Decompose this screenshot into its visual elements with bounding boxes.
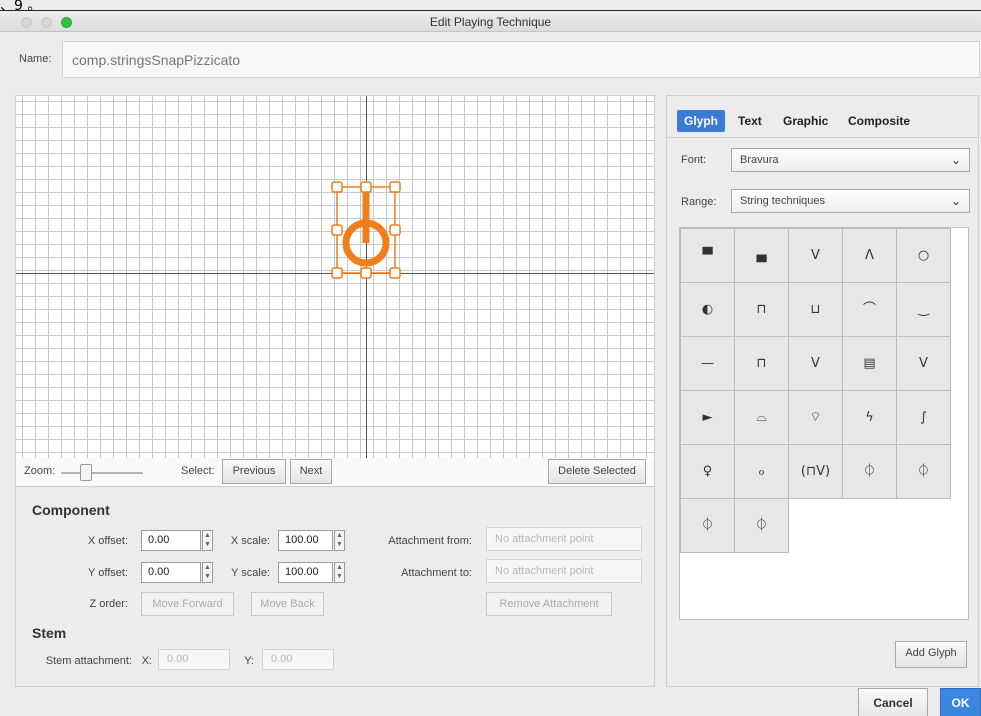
glyph-cell[interactable]: ▀ [680, 228, 735, 283]
glyph-cell[interactable]: ⏀ [734, 498, 789, 553]
move-back-button[interactable]: Move Back [251, 592, 324, 616]
font-label: Font: [681, 154, 707, 166]
add-glyph-button[interactable]: Add Glyph [895, 641, 967, 668]
stem-x-label: X: [141, 655, 152, 667]
stem-x-field[interactable]: 0.00 [158, 649, 230, 670]
move-forward-button[interactable]: Move Forward [141, 592, 234, 616]
zoom-slider-track[interactable] [61, 472, 143, 474]
zoom-label: Zoom: [24, 465, 56, 477]
x-scale-field[interactable]: 100.00 [278, 530, 333, 551]
x-offset-stepper[interactable]: ▲ ▼ [202, 530, 213, 551]
glyph-cell[interactable]: ∫ [896, 390, 951, 445]
glyph-cell[interactable]: V [788, 228, 843, 283]
glyph-cell[interactable]: ⌓ [734, 390, 789, 445]
glyph-cell[interactable]: ► [680, 390, 735, 445]
remove-attachment-button[interactable]: Remove Attachment [486, 592, 612, 616]
glyph-cell[interactable]: ⏀ [842, 444, 897, 499]
resize-handle[interactable] [389, 181, 401, 193]
tab-glyph[interactable]: Glyph [677, 110, 726, 132]
resize-handle[interactable] [389, 224, 401, 236]
select-label: Select: [181, 465, 215, 477]
glyph-editor-canvas: Zoom: Select: Previous Next Delete Selec… [15, 95, 655, 487]
tab-graphic[interactable]: Graphic [783, 110, 828, 132]
glyph-picker-panel: Glyph Text Graphic Composite Font: Bravu… [666, 95, 979, 687]
y-scale-field[interactable]: 100.00 [278, 562, 333, 583]
glyph-cell[interactable]: ‿ [896, 282, 951, 337]
delete-selected-button[interactable]: Delete Selected [548, 459, 646, 484]
resize-handle[interactable] [389, 267, 401, 279]
range-select[interactable]: String techniques ⌄ [731, 189, 970, 213]
range-select-value: String techniques [740, 195, 825, 207]
resize-handle[interactable] [360, 267, 372, 279]
glyph-cell[interactable]: ▤ [842, 336, 897, 391]
zoom-slider-thumb[interactable] [80, 464, 92, 481]
glyph-grid: ▀ ▄ V Λ ○ ◐ ⊓ ⊔ ⌒ ‿ — ⊓ V ▤ V ► ⌓ ⌔ ϟ ∫ ♀ ℴ (⊓V) ⏀ ⏀ ⏀ ⏀ [679, 227, 969, 620]
y-scale-stepper[interactable]: ▲ ▼ [334, 562, 345, 583]
attachment-from-label: Attachment from: [388, 535, 472, 547]
title-bar: Edit Playing Technique [0, 10, 981, 32]
resize-handle[interactable] [360, 181, 372, 193]
font-select-value: Bravura [740, 154, 779, 166]
glyph-cell[interactable]: V [896, 336, 951, 391]
glyph-cell[interactable]: ▄ [734, 228, 789, 283]
glyph-cell[interactable]: ⏀ [896, 444, 951, 499]
edit-playing-technique-dialog: 、9 。 Edit Playing Technique Name: comp.s… [0, 0, 981, 716]
glyph-cell[interactable]: ⌒ [842, 282, 897, 337]
name-field[interactable]: comp.stringsSnapPizzicato [62, 41, 980, 78]
range-label: Range: [681, 196, 717, 208]
glyph-cell[interactable]: ⏀ [680, 498, 735, 553]
stem-attachment-label: Stem attachment: [45, 655, 132, 667]
attachment-to-label: Attachment to: [401, 567, 472, 579]
z-order-label: Z order: [89, 598, 128, 610]
chevron-down-icon: ⌄ [950, 194, 961, 208]
resize-handle[interactable] [331, 181, 343, 193]
resize-handle[interactable] [331, 224, 343, 236]
tab-divider [667, 137, 978, 138]
x-offset-label: X offset: [87, 535, 128, 547]
y-offset-stepper[interactable]: ▲ ▼ [202, 562, 213, 583]
stem-y-label: Y: [244, 655, 254, 667]
glyph-cell[interactable]: ⌔ [788, 390, 843, 445]
glyph-cell[interactable]: ℴ [734, 444, 789, 499]
y-offset-field[interactable]: 0.00 [141, 562, 201, 583]
glyph-cell[interactable]: ⊓ [734, 336, 789, 391]
glyph-cell[interactable]: ⊓ [734, 282, 789, 337]
glyph-cell[interactable]: — [680, 336, 735, 391]
glyph-cell[interactable]: (⊓V) [788, 444, 843, 499]
chevron-down-icon: ⌄ [950, 153, 961, 167]
font-select[interactable]: Bravura ⌄ [731, 148, 970, 172]
x-offset-field[interactable]: 0.00 [141, 530, 201, 551]
glyph-cell[interactable]: Λ [842, 228, 897, 283]
x-scale-label: X scale: [230, 535, 270, 547]
name-label: Name: [19, 53, 52, 65]
resize-handle[interactable] [331, 267, 343, 279]
glyph-cell[interactable]: ⊔ [788, 282, 843, 337]
glyph-cell[interactable]: ◐ [680, 282, 735, 337]
glyph-cell[interactable]: ϟ [842, 390, 897, 445]
y-offset-label: Y offset: [88, 567, 128, 579]
glyph-cell[interactable]: V [788, 336, 843, 391]
stem-heading: Stem [32, 625, 67, 641]
tab-text[interactable]: Text [738, 110, 762, 132]
next-button[interactable]: Next [290, 459, 332, 484]
previous-button[interactable]: Previous [222, 459, 286, 484]
attachment-to-field[interactable]: No attachment point [486, 559, 642, 583]
top-left-text-fragment: 、9 。 [0, 0, 42, 14]
window-title: Edit Playing Technique [429, 15, 552, 29]
properties-panel: Component X offset: 0.00 ▲ ▼ X scale: 100… [15, 487, 655, 687]
x-scale-stepper[interactable]: ▲ ▼ [334, 530, 345, 551]
stem-y-field[interactable]: 0.00 [262, 649, 334, 670]
ok-button[interactable]: OK [940, 688, 981, 716]
glyph-cell[interactable]: ○ [896, 228, 951, 283]
selected-glyph[interactable] [330, 177, 416, 287]
attachment-from-field[interactable]: No attachment point [486, 527, 642, 551]
glyph-cell[interactable]: ♀ [680, 444, 735, 499]
y-scale-label: Y scale: [231, 567, 270, 579]
tab-composite[interactable]: Composite [848, 110, 910, 132]
component-heading: Component [32, 502, 110, 518]
cancel-button[interactable]: Cancel [858, 688, 928, 716]
